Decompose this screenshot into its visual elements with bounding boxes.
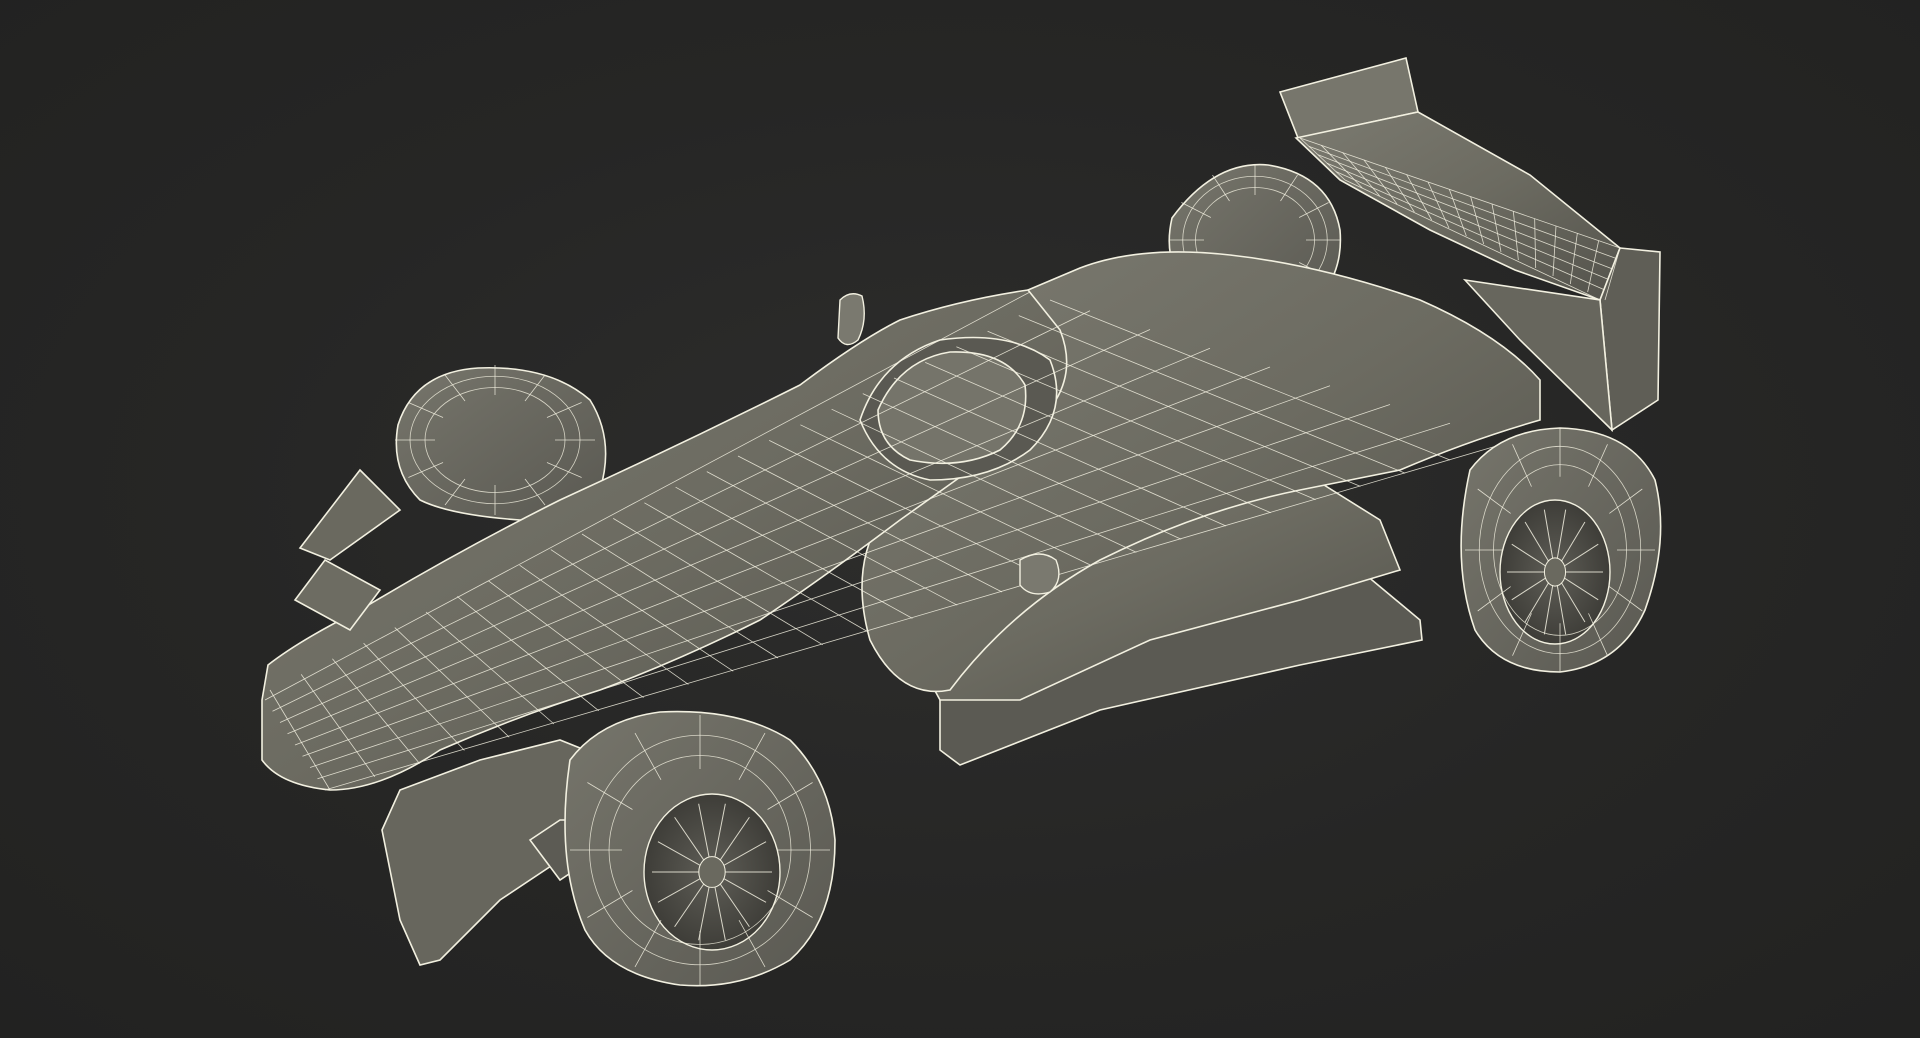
right-mirror xyxy=(1019,553,1060,595)
front-right-wheel xyxy=(564,710,836,987)
left-mirror xyxy=(837,293,865,346)
race-car-wireframe-render xyxy=(261,57,1662,987)
car-body xyxy=(261,251,1541,966)
rear-right-wheel xyxy=(1460,427,1662,673)
3d-viewport[interactable] xyxy=(0,0,1920,1038)
